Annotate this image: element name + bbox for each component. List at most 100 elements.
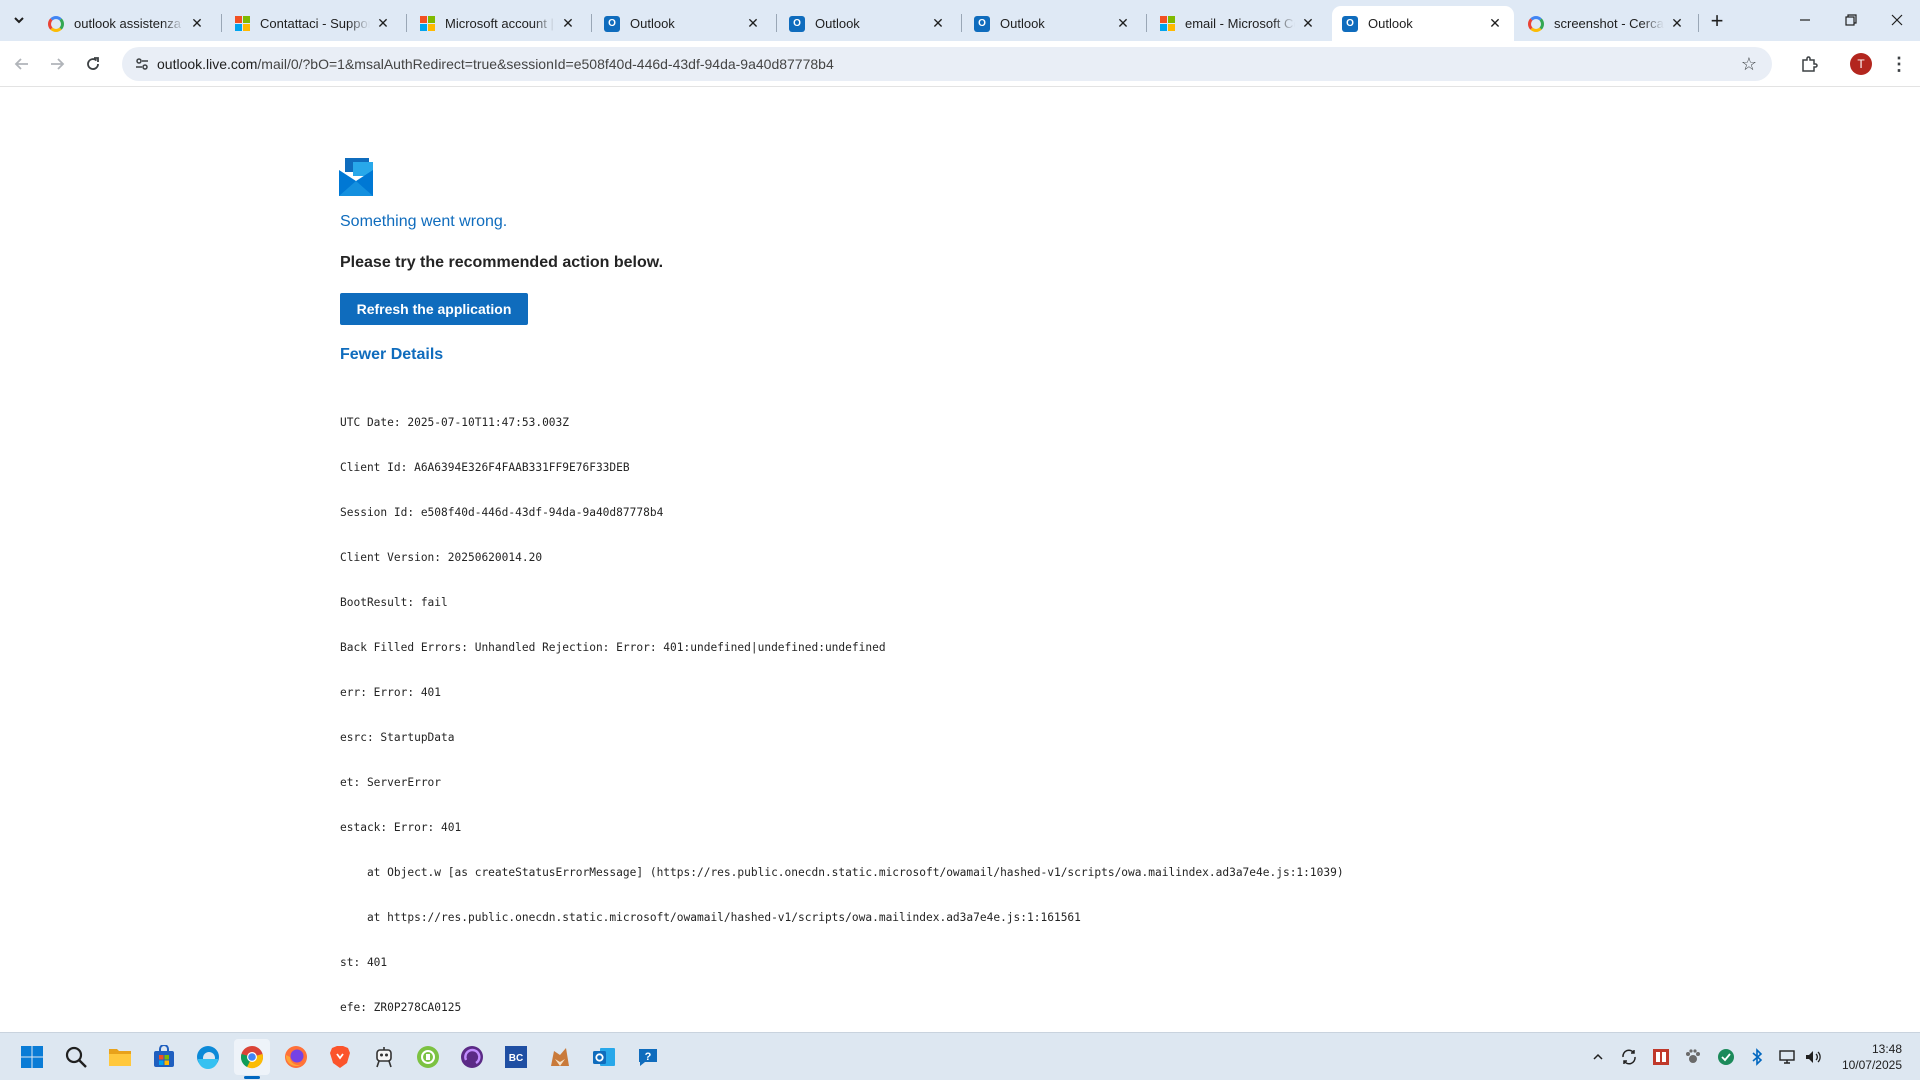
tab-strip: outlook assistenza tel ✕ Contattaci - Su… <box>0 0 1920 41</box>
clock-date: 10/07/2025 <box>1841 1058 1902 1072</box>
windows-taskbar: BC ? 13:48 10/07/2025 <box>0 1032 1920 1080</box>
details-line: estack: Error: 401 <box>340 821 462 834</box>
minimize-icon <box>1800 19 1810 21</box>
refresh-application-button[interactable]: Refresh the application <box>340 293 528 325</box>
volume-icon[interactable] <box>1803 1047 1823 1067</box>
close-icon[interactable]: ✕ <box>559 15 577 33</box>
arrow-left-icon <box>14 58 28 70</box>
close-icon[interactable]: ✕ <box>929 15 947 33</box>
paw-icon[interactable] <box>1683 1047 1703 1067</box>
profile-avatar[interactable]: T <box>1850 53 1872 75</box>
error-details: UTC Date: 2025-07-10T11:47:53.003Z Clien… <box>340 385 1344 1045</box>
tab-title: Outlook <box>815 16 860 31</box>
extensions-button[interactable] <box>1795 50 1823 78</box>
tab-title: Outlook <box>630 16 675 31</box>
purple-app-icon[interactable] <box>454 1039 490 1075</box>
error-title: Something went wrong. <box>340 213 508 230</box>
tab[interactable]: email - Microsoft Cor ✕ <box>1149 6 1327 41</box>
tab-active[interactable]: O Outlook ✕ <box>1332 6 1514 41</box>
close-icon[interactable]: ✕ <box>374 15 392 33</box>
bookmark-star-icon[interactable]: ☆ <box>1738 53 1760 75</box>
new-tab-button[interactable]: + <box>1703 8 1731 34</box>
sync-icon[interactable] <box>1619 1047 1639 1067</box>
windows-start-icon[interactable] <box>14 1039 50 1075</box>
fewer-details-link[interactable]: Fewer Details <box>340 346 443 364</box>
green-app-icon[interactable] <box>410 1039 446 1075</box>
outlook-icon: O <box>1342 15 1358 32</box>
url-text[interactable]: outlook.live.com/mail/0/?bO=1&msalAuthRe… <box>157 56 834 72</box>
outlook-error-page: Something went wrong. Please try the rec… <box>0 87 1920 1032</box>
details-line: UTC Date: 2025-07-10T11:47:53.003Z <box>340 416 570 429</box>
minimize-button[interactable] <box>1782 0 1828 40</box>
back-button[interactable] <box>6 48 38 80</box>
google-icon <box>1528 15 1544 32</box>
outlook-icon: O <box>974 15 990 32</box>
tab-title: Microsoft account | H <box>445 16 555 31</box>
edge-icon[interactable] <box>190 1039 226 1075</box>
details-line: at Object.w [as createStatusErrorMessage… <box>340 866 1344 879</box>
tab-title: Outlook <box>1368 16 1413 31</box>
outlook-icon: O <box>789 15 805 32</box>
tab-title: screenshot - Cerca co <box>1554 16 1664 31</box>
robot-icon[interactable] <box>366 1039 402 1075</box>
google-icon <box>48 15 64 32</box>
restore-button[interactable] <box>1828 0 1874 40</box>
outlook-icon: O <box>604 15 620 32</box>
tab[interactable]: Microsoft account | H ✕ <box>409 6 587 41</box>
tab-title: email - Microsoft Cor <box>1185 16 1295 31</box>
details-line: efe: ZR0P278CA0125 <box>340 1001 462 1014</box>
details-line: et: ServerError <box>340 776 442 789</box>
chrome-icon[interactable] <box>234 1039 270 1075</box>
fox-app-icon[interactable] <box>542 1039 578 1075</box>
chevron-down-icon <box>14 17 24 24</box>
chevron-up-icon[interactable] <box>1588 1047 1608 1067</box>
close-icon[interactable]: ✕ <box>188 15 206 33</box>
site-settings-icon[interactable] <box>130 52 154 76</box>
svg-text:BC: BC <box>509 1053 523 1064</box>
tab[interactable]: outlook assistenza tel ✕ <box>38 6 216 41</box>
url-host: outlook.live.com <box>157 56 258 72</box>
office-tray-icon[interactable] <box>1651 1047 1671 1067</box>
tab[interactable]: O Outlook ✕ <box>964 6 1142 41</box>
bc-app-icon[interactable]: BC <box>498 1039 534 1075</box>
browser-menu-button[interactable]: ⋮ <box>1885 50 1913 78</box>
restore-icon <box>1845 14 1857 26</box>
close-icon[interactable]: ✕ <box>1114 15 1132 33</box>
details-line: st: 401 <box>340 956 388 969</box>
tab[interactable]: O Outlook ✕ <box>594 6 772 41</box>
tab-separator <box>961 14 962 32</box>
clock-time: 13:48 <box>1871 1042 1902 1056</box>
details-line: esrc: StartupData <box>340 731 455 744</box>
file-explorer-icon[interactable] <box>102 1039 138 1075</box>
firefox-icon[interactable] <box>278 1039 314 1075</box>
help-icon[interactable]: ? <box>630 1039 666 1075</box>
close-icon[interactable]: ✕ <box>744 15 762 33</box>
arrow-right-icon <box>51 58 65 70</box>
plus-icon: + <box>1710 8 1724 33</box>
forward-button[interactable] <box>41 48 73 80</box>
search-icon[interactable] <box>58 1039 94 1075</box>
address-bar[interactable]: outlook.live.com/mail/0/?bO=1&msalAuthRe… <box>122 47 1772 81</box>
close-icon[interactable]: ✕ <box>1668 15 1686 33</box>
bluetooth-icon[interactable] <box>1747 1047 1767 1067</box>
details-line: Client Id: A6A6394E326F4FAAB331FF9E76F33… <box>340 461 630 474</box>
tab[interactable]: O Outlook ✕ <box>779 6 957 41</box>
svg-text:?: ? <box>645 1051 652 1063</box>
tab-title: Outlook <box>1000 16 1045 31</box>
tab-separator <box>776 14 777 32</box>
network-icon[interactable] <box>1777 1047 1797 1067</box>
security-shield-icon[interactable] <box>1716 1047 1736 1067</box>
microsoft-store-icon[interactable] <box>146 1039 182 1075</box>
tab[interactable]: screenshot - Cerca co ✕ <box>1518 6 1696 41</box>
tab[interactable]: Contattaci - Supporto ✕ <box>224 6 402 41</box>
close-window-button[interactable] <box>1874 0 1920 40</box>
details-line: at https://res.public.onecdn.static.micr… <box>340 911 1081 924</box>
reload-button[interactable] <box>77 48 109 80</box>
close-icon[interactable]: ✕ <box>1486 15 1504 33</box>
tab-search-button[interactable] <box>6 8 32 32</box>
outlook-icon[interactable] <box>586 1039 622 1075</box>
taskbar-clock[interactable]: 13:48 10/07/2025 <box>1842 1041 1902 1073</box>
tab-separator <box>406 14 407 32</box>
close-icon[interactable]: ✕ <box>1299 15 1317 33</box>
brave-icon[interactable] <box>322 1039 358 1075</box>
